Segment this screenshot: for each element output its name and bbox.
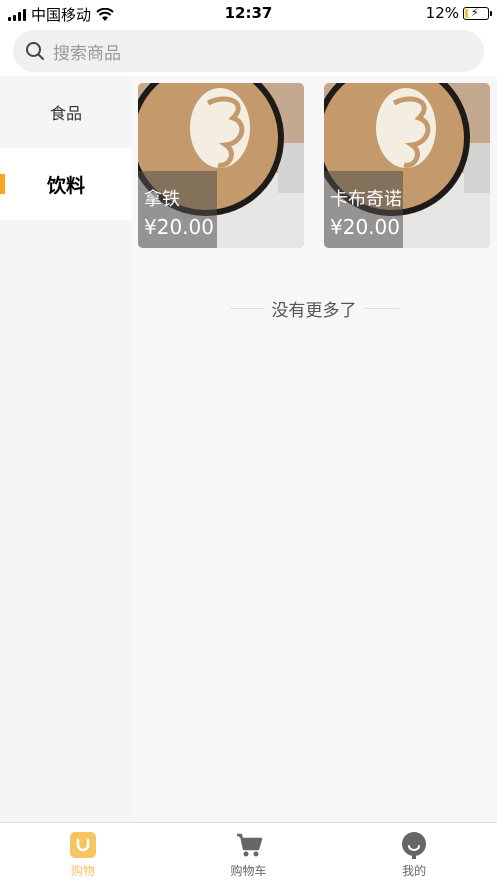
- status-time: 12:37: [224, 4, 273, 22]
- divider-line: [364, 308, 399, 309]
- search-area: 搜索商品: [0, 26, 497, 76]
- product-name: 拿铁: [144, 189, 180, 210]
- search-icon: [26, 42, 44, 60]
- tab-profile[interactable]: 我的: [331, 823, 497, 883]
- charging-bolt-icon: ⚡: [471, 5, 479, 19]
- shop-bag-icon: [69, 832, 96, 858]
- cart-icon: [236, 833, 262, 857]
- product-price: ¥20.00: [330, 215, 400, 239]
- category-sidebar: 食品 饮料: [0, 76, 132, 822]
- sidebar-item-food[interactable]: 食品: [0, 76, 132, 148]
- tab-cart[interactable]: 购物车: [166, 823, 332, 883]
- search-placeholder: 搜索商品: [53, 43, 121, 64]
- battery-percent: 12%: [425, 4, 459, 22]
- search-input[interactable]: 搜索商品: [13, 30, 484, 72]
- tab-label: 购物车: [230, 864, 267, 878]
- product-price: ¥20.00: [144, 215, 214, 239]
- product-name: 卡布奇诺: [330, 189, 402, 210]
- bottom-tab-bar: 购物 购物车 我的: [0, 822, 497, 883]
- battery-icon: ⚡: [463, 5, 492, 20]
- tab-label: 我的: [402, 864, 427, 878]
- sidebar-item-label: 饮料: [46, 174, 85, 197]
- status-right: 12% ⚡: [425, 4, 492, 22]
- sidebar-item-drinks[interactable]: 饮料: [0, 148, 132, 220]
- product-list: 拿铁 ¥20.00 卡布奇诺 ¥20.00 没有更多了: [132, 76, 497, 822]
- product-card-cappuccino[interactable]: 卡布奇诺 ¥20.00: [324, 83, 490, 248]
- battery-fill: [465, 8, 468, 18]
- divider-line: [229, 308, 264, 309]
- active-indicator: [0, 174, 5, 194]
- profile-icon: [402, 832, 427, 859]
- list-end-text: 没有更多了: [271, 301, 357, 321]
- sidebar-item-label: 食品: [49, 104, 82, 123]
- tab-label: 购物: [70, 864, 95, 878]
- status-bar: 中国移动 12:37 12% ⚡: [0, 0, 497, 26]
- list-end-indicator: 没有更多了: [226, 296, 402, 321]
- tab-shop[interactable]: 购物: [0, 823, 166, 883]
- product-card-latte[interactable]: 拿铁 ¥20.00: [138, 83, 304, 248]
